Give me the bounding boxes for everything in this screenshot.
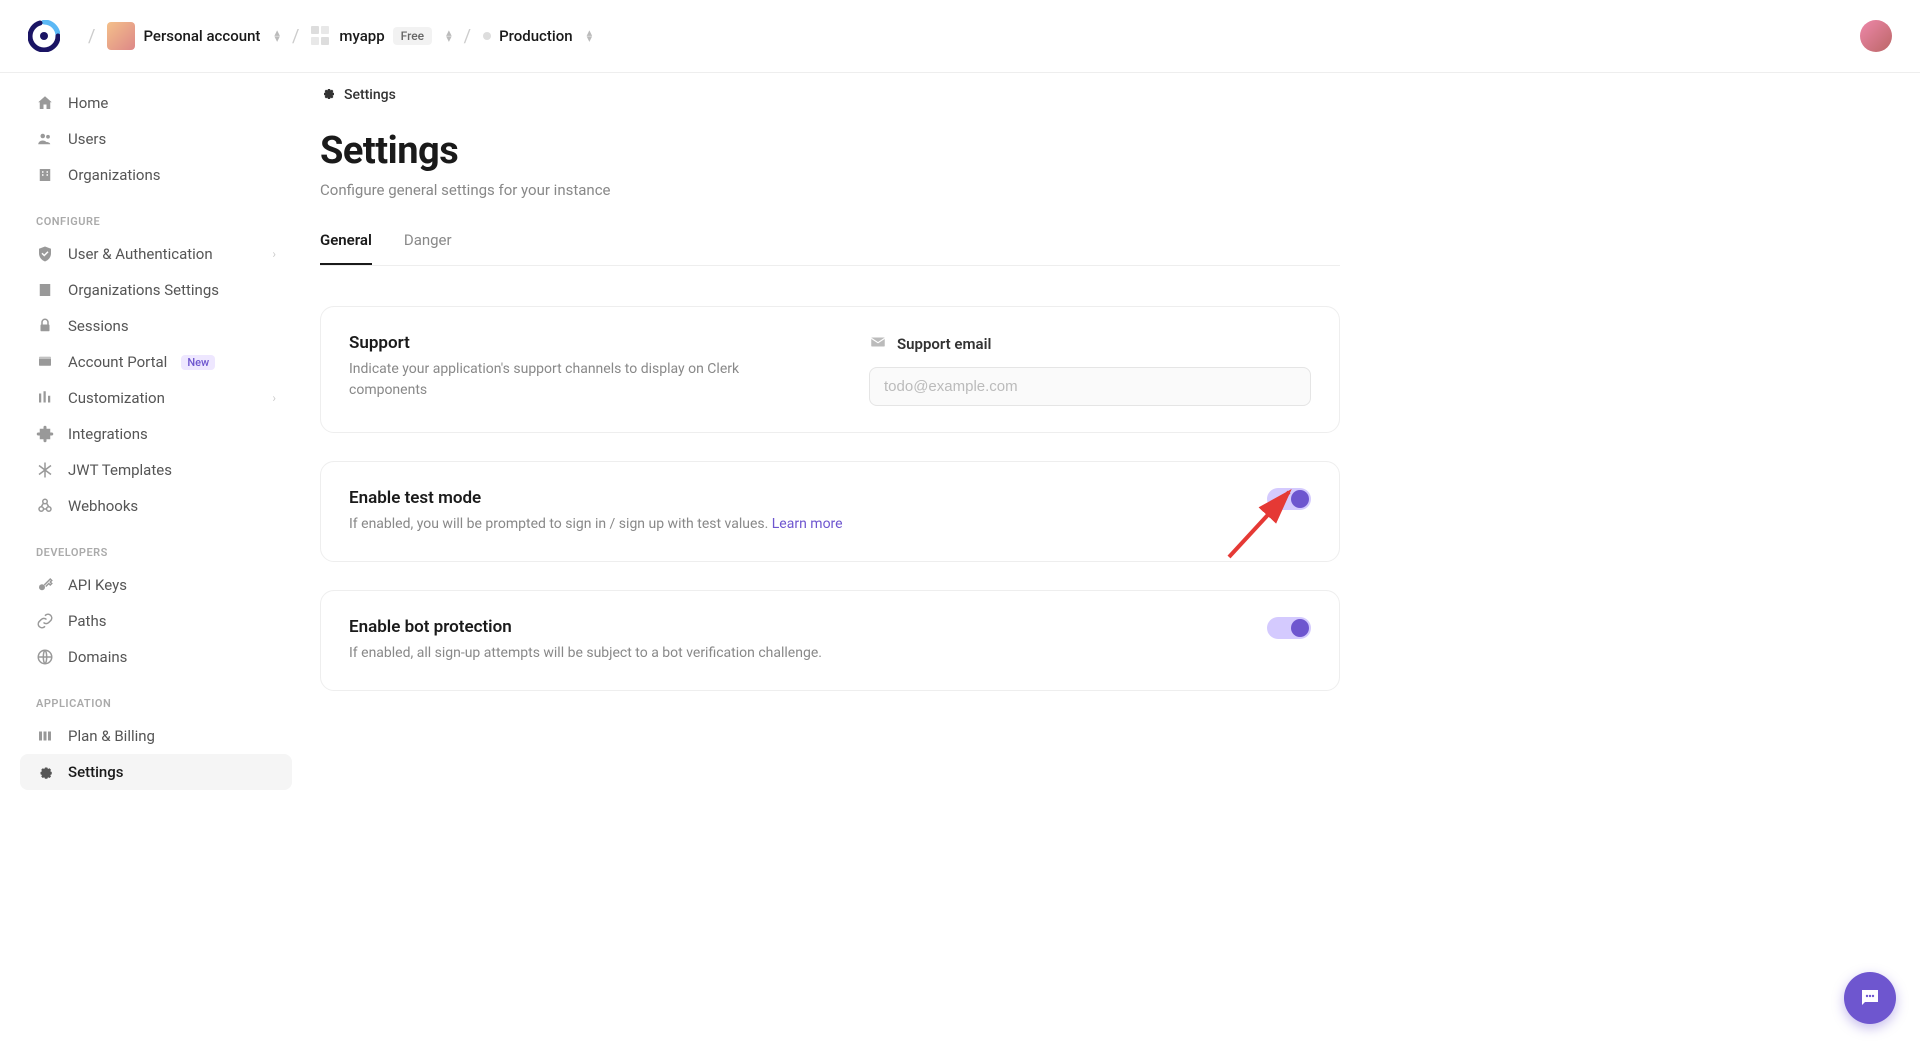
building-icon: [36, 166, 54, 184]
learn-more-link[interactable]: Learn more: [772, 516, 843, 532]
app-name: myapp: [339, 27, 384, 45]
link-icon: [36, 612, 54, 630]
support-title: Support: [349, 333, 789, 353]
tab-danger[interactable]: Danger: [404, 231, 452, 265]
sidebar-item-api-keys[interactable]: API Keys: [20, 567, 292, 603]
globe-icon: [36, 648, 54, 666]
sidebar-item-settings[interactable]: Settings: [20, 754, 292, 790]
sidebar-item-integrations[interactable]: Integrations: [20, 416, 292, 452]
puzzle-icon: [36, 425, 54, 443]
sidebar-item-jwt[interactable]: JWT Templates: [20, 452, 292, 488]
profile-avatar[interactable]: [1860, 20, 1892, 52]
support-email-input[interactable]: [869, 367, 1311, 406]
sidebar-item-label: Organizations Settings: [68, 281, 219, 299]
sidebar-item-label: API Keys: [68, 576, 127, 594]
lock-icon: [36, 317, 54, 335]
sidebar-item-label: Plan & Billing: [68, 727, 155, 745]
account-label: Personal account: [143, 27, 260, 45]
breadcrumb-separator: /: [464, 26, 471, 47]
env-label: Production: [499, 27, 573, 45]
sidebar-item-label: Integrations: [68, 425, 148, 443]
bot-protection-description: If enabled, all sign-up attempts will be…: [349, 643, 822, 664]
users-icon: [36, 130, 54, 148]
env-dot-icon: [483, 32, 491, 40]
test-mode-title: Enable test mode: [349, 488, 843, 508]
topbar: / Personal account ▴▾ / myapp Free ▴▾ / …: [0, 0, 1920, 73]
bot-protection-toggle[interactable]: [1267, 617, 1311, 639]
sidebar-item-label: Paths: [68, 612, 106, 630]
support-email-label: Support email: [869, 333, 1311, 355]
chevron-updown-icon: ▴▾: [587, 30, 593, 42]
webhook-icon: [36, 497, 54, 515]
page-title: Settings: [320, 129, 1340, 173]
test-mode-description: If enabled, you will be prompted to sign…: [349, 514, 843, 535]
sidebar-section-developers: DEVELOPERS: [20, 524, 292, 567]
chevron-right-icon: ›: [272, 247, 276, 261]
portal-icon: [36, 353, 54, 371]
account-avatar: [107, 22, 135, 50]
test-mode-toggle[interactable]: [1267, 488, 1311, 510]
sidebar-item-label: Domains: [68, 648, 127, 666]
chevron-updown-icon: ▴▾: [446, 30, 452, 42]
sidebar-item-users[interactable]: Users: [20, 121, 292, 157]
breadcrumb-label: Settings: [344, 87, 396, 103]
breadcrumb-separator: /: [292, 26, 299, 47]
chat-widget-button[interactable]: [1844, 972, 1896, 1024]
sidebar-item-home[interactable]: Home: [20, 85, 292, 121]
tabs: General Danger: [320, 231, 1340, 266]
sidebar-item-org-settings[interactable]: Organizations Settings: [20, 272, 292, 308]
sidebar-item-label: User & Authentication: [68, 245, 213, 263]
sidebar-item-domains[interactable]: Domains: [20, 639, 292, 675]
sidebar-item-user-auth[interactable]: User & Authentication ›: [20, 236, 292, 272]
sidebar-item-account-portal[interactable]: Account Portal New: [20, 344, 292, 380]
sidebar-item-label: Users: [68, 130, 106, 148]
account-switcher[interactable]: Personal account ▴▾: [107, 22, 280, 50]
sidebar-item-paths[interactable]: Paths: [20, 603, 292, 639]
key-icon: [36, 576, 54, 594]
sidebar-item-organizations[interactable]: Organizations: [20, 157, 292, 193]
plan-badge: Free: [393, 27, 432, 45]
sidebar-item-label: Settings: [68, 763, 124, 781]
mail-icon: [869, 333, 887, 355]
shield-icon: [36, 245, 54, 263]
sidebar-item-label: Webhooks: [68, 497, 138, 515]
asterisk-icon: [36, 461, 54, 479]
app-icon: [311, 26, 331, 46]
main-content: Settings Settings Configure general sett…: [300, 73, 1400, 802]
page-subtitle: Configure general settings for your inst…: [320, 181, 1340, 199]
new-badge: New: [181, 355, 215, 370]
billing-icon: [36, 727, 54, 745]
sidebar-section-application: APPLICATION: [20, 675, 292, 718]
chevron-right-icon: ›: [272, 391, 276, 405]
sidebar-item-sessions[interactable]: Sessions: [20, 308, 292, 344]
building-icon: [36, 281, 54, 299]
chevron-updown-icon: ▴▾: [274, 30, 280, 42]
breadcrumb-separator: /: [88, 26, 95, 47]
app-switcher[interactable]: myapp Free ▴▾: [311, 26, 451, 46]
sidebar-item-customization[interactable]: Customization ›: [20, 380, 292, 416]
customize-icon: [36, 389, 54, 407]
sidebar-item-label: Organizations: [68, 166, 161, 184]
support-card: Support Indicate your application's supp…: [320, 306, 1340, 433]
sidebar-item-billing[interactable]: Plan & Billing: [20, 718, 292, 754]
sidebar-section-configure: CONFIGURE: [20, 193, 292, 236]
gear-icon: [320, 85, 336, 105]
sidebar-item-label: Customization: [68, 389, 165, 407]
support-description: Indicate your application's support chan…: [349, 359, 769, 401]
sidebar-item-label: JWT Templates: [68, 461, 172, 479]
bot-protection-title: Enable bot protection: [349, 617, 822, 637]
sidebar: Home Users Organizations CONFIGURE User …: [0, 73, 300, 802]
sidebar-item-label: Home: [68, 94, 108, 112]
sidebar-item-label: Account Portal: [68, 353, 167, 371]
page-breadcrumb: Settings: [320, 85, 1340, 105]
sidebar-item-webhooks[interactable]: Webhooks: [20, 488, 292, 524]
tab-general[interactable]: General: [320, 231, 372, 265]
clerk-logo[interactable]: [28, 20, 60, 52]
home-icon: [36, 94, 54, 112]
sidebar-item-label: Sessions: [68, 317, 129, 335]
env-switcher[interactable]: Production ▴▾: [483, 27, 592, 45]
gear-icon: [36, 763, 54, 781]
test-mode-card: Enable test mode If enabled, you will be…: [320, 461, 1340, 562]
bot-protection-card: Enable bot protection If enabled, all si…: [320, 590, 1340, 691]
